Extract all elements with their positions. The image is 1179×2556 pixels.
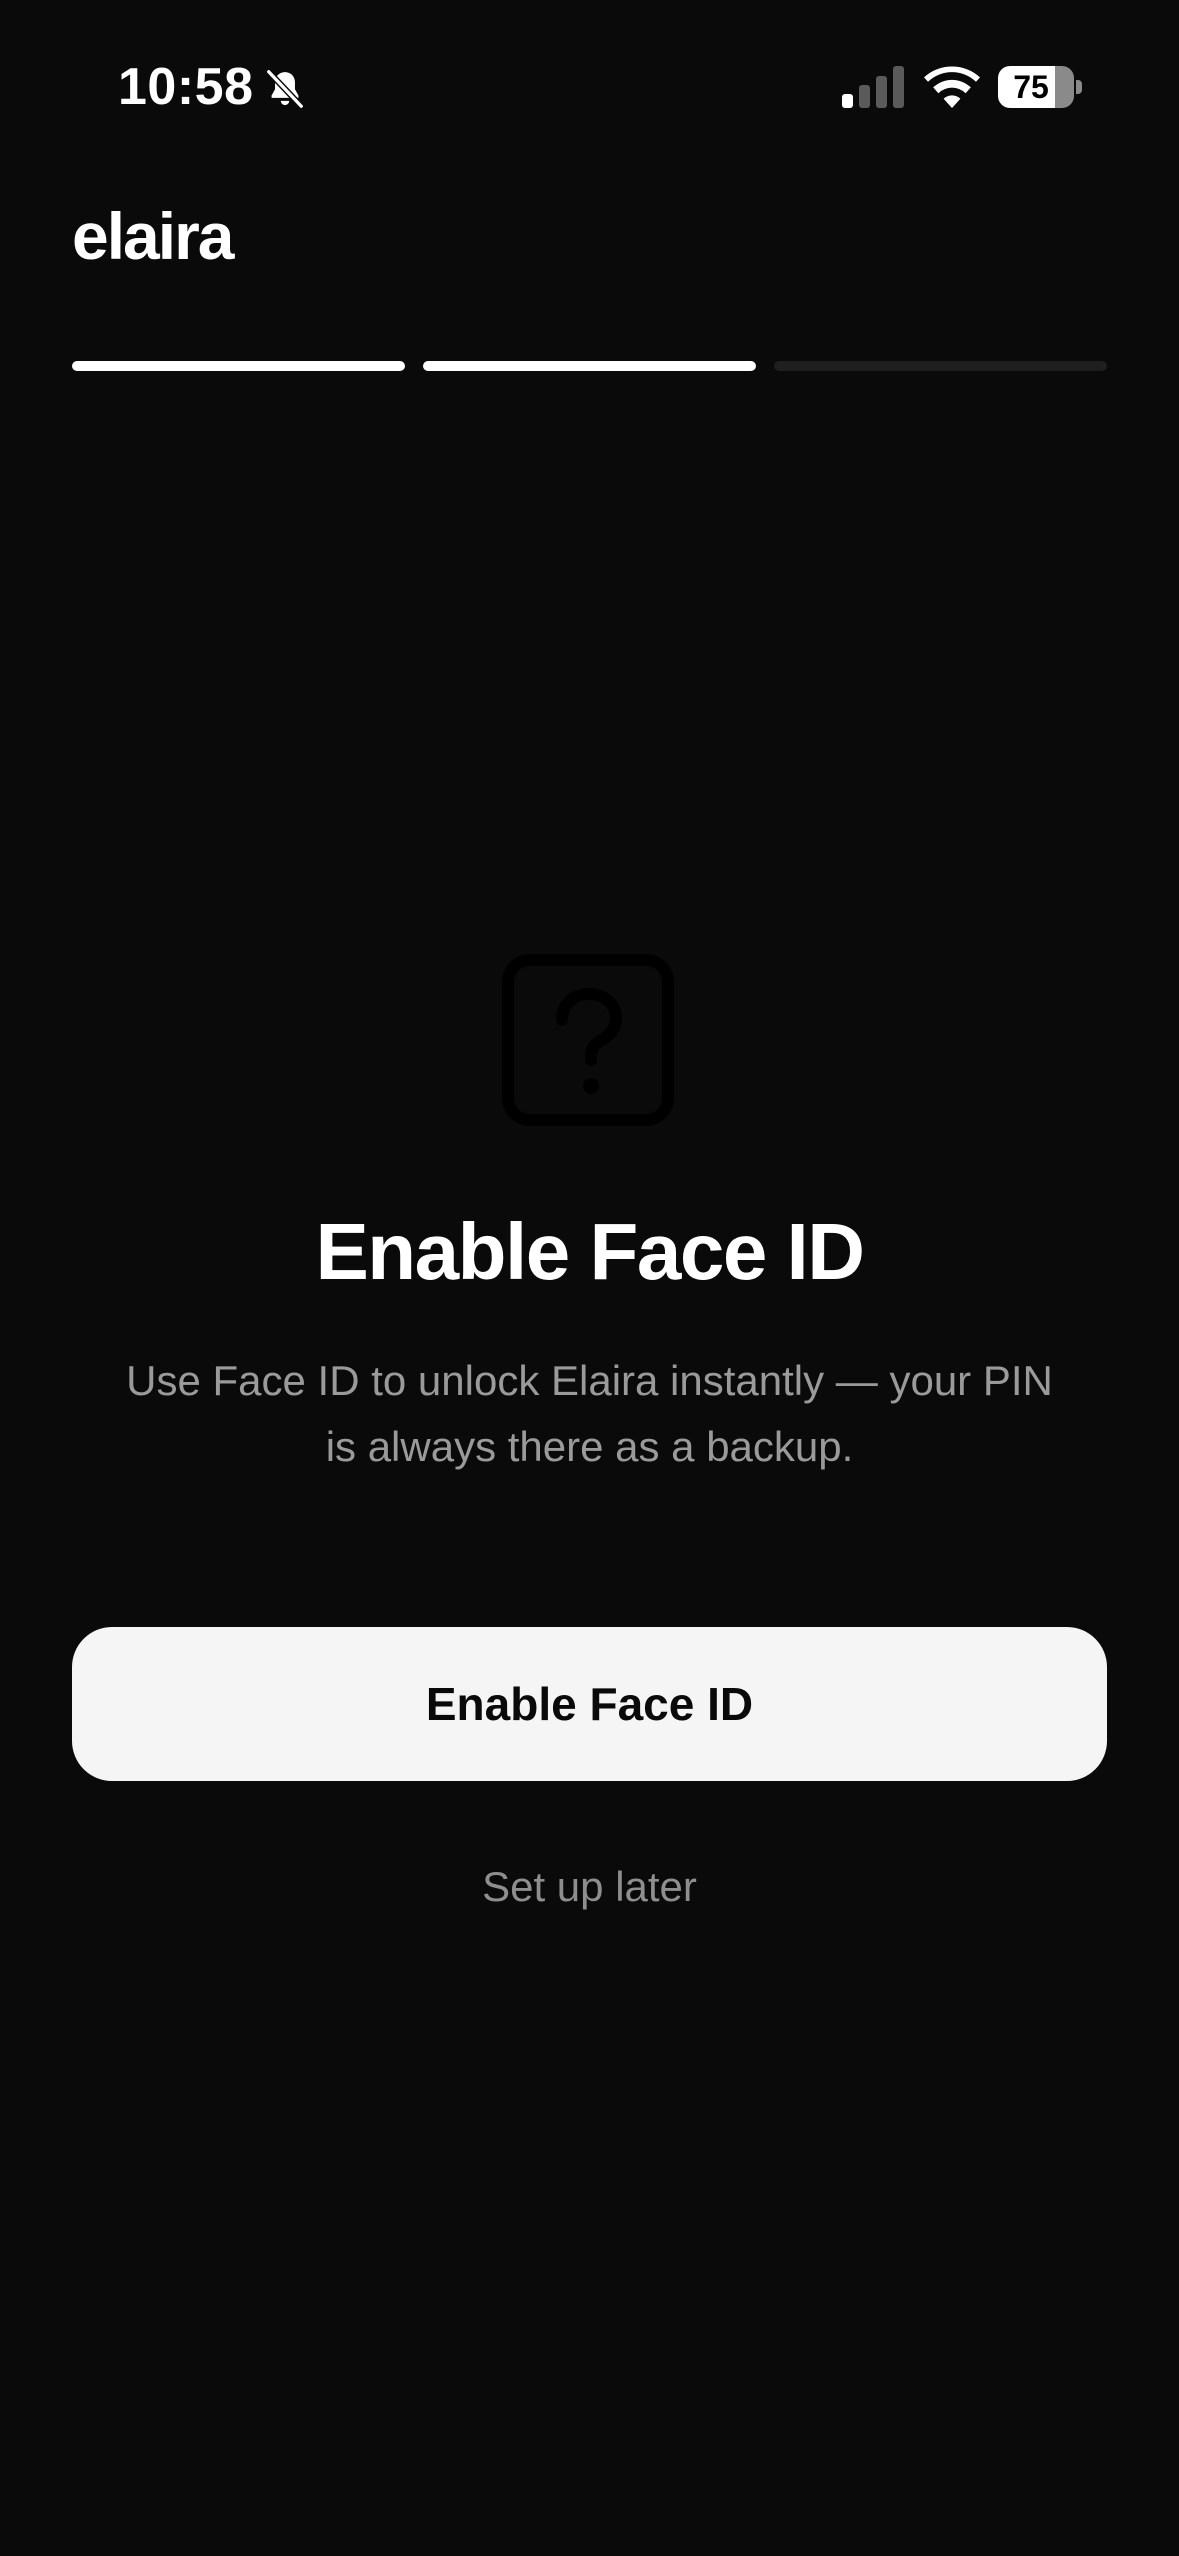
onboarding-progress (72, 361, 1107, 371)
set-up-later-button[interactable]: Set up later (0, 1852, 1179, 1922)
page-subtitle: Use Face ID to unlock Elaira instantly —… (80, 1348, 1099, 1480)
battery-icon: 75 (998, 66, 1082, 108)
cellular-signal-icon (842, 66, 904, 108)
brand-logo: elaira (72, 199, 234, 273)
progress-step-2 (423, 361, 756, 371)
battery-level: 75 (1013, 69, 1049, 105)
enable-face-id-button[interactable]: Enable Face ID (72, 1627, 1107, 1781)
status-bar: 10:58 75 (0, 0, 1179, 170)
bell-slash-icon (265, 68, 305, 110)
status-time: 10:58 (118, 58, 254, 116)
battery-cap (1076, 80, 1082, 94)
progress-step-3 (774, 361, 1107, 371)
wifi-icon (924, 66, 980, 108)
subtitle-line-1: Use Face ID to unlock Elaira instantly —… (126, 1357, 1053, 1404)
subtitle-line-2: is always there as a backup. (325, 1423, 854, 1470)
progress-step-1 (72, 361, 405, 371)
page-title: Enable Face ID (315, 1207, 865, 1296)
question-mark-square-icon (502, 954, 674, 1126)
